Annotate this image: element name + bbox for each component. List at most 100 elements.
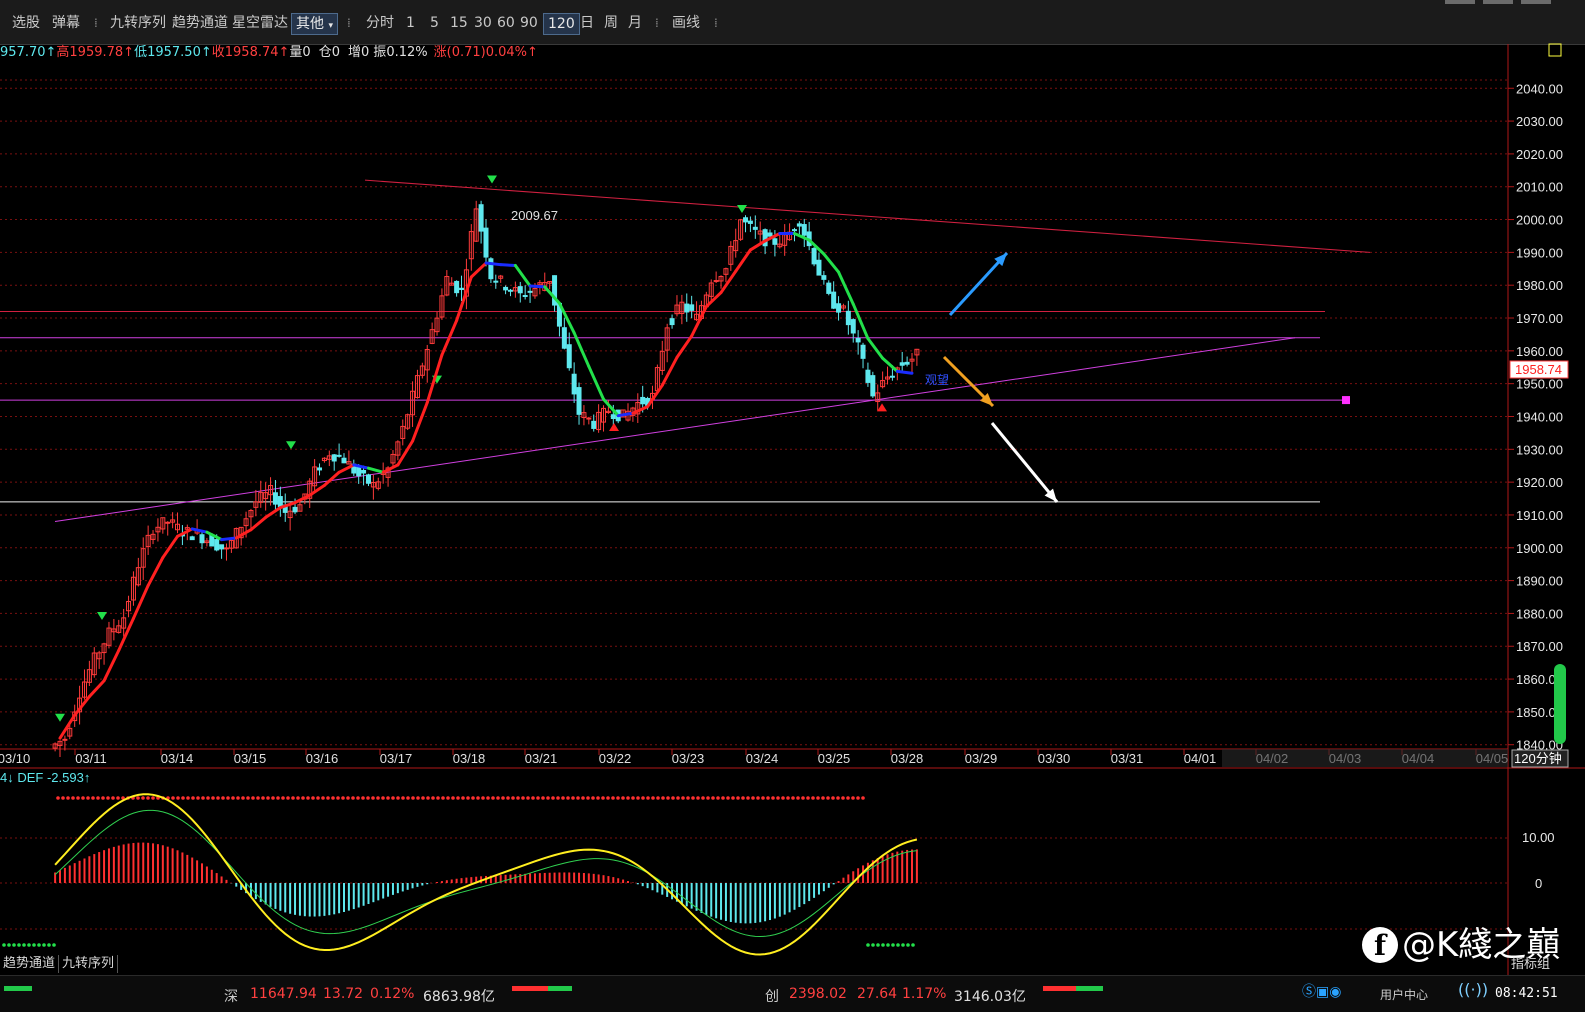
signal-dot bbox=[876, 943, 880, 947]
signal-dot bbox=[226, 796, 230, 800]
signal-dot bbox=[371, 796, 375, 800]
current-price-text: 1958.74 bbox=[1515, 362, 1562, 377]
expand-icon[interactable] bbox=[1548, 43, 1562, 57]
macd-label: 4↓ DEF -2.593↑ bbox=[0, 770, 90, 785]
sell-signal-icon bbox=[609, 423, 619, 432]
signal-dot bbox=[231, 796, 235, 800]
signal-dot bbox=[871, 943, 875, 947]
cy-index-change: 27.64 bbox=[857, 986, 898, 1002]
signal-dot bbox=[106, 796, 110, 800]
signal-dot bbox=[136, 796, 140, 800]
signal-dot bbox=[141, 796, 145, 800]
signal-dot bbox=[731, 796, 735, 800]
indicator-group-button[interactable]: 指标组 bbox=[1511, 953, 1550, 972]
signal-dot bbox=[7, 943, 11, 947]
buy-signal-icon bbox=[97, 611, 107, 620]
signal-dot bbox=[416, 796, 420, 800]
trend-segment bbox=[264, 506, 282, 519]
signal-dot bbox=[571, 796, 575, 800]
candle-body bbox=[189, 536, 195, 541]
trend-segment bbox=[87, 679, 106, 699]
trend-segment bbox=[587, 364, 606, 401]
signal-dot bbox=[351, 796, 355, 800]
service-icons[interactable]: Ⓢ▣◉ bbox=[1302, 981, 1341, 1001]
candle-body bbox=[791, 229, 797, 232]
candle-body bbox=[522, 295, 528, 298]
signal-dot bbox=[211, 796, 215, 800]
buy-signal-icon bbox=[487, 175, 497, 184]
signal-dot bbox=[466, 796, 470, 800]
signal-dot bbox=[841, 796, 845, 800]
signal-dot bbox=[176, 796, 180, 800]
cy-breadth-bar bbox=[1043, 986, 1103, 991]
signal-dot bbox=[32, 943, 36, 947]
scroll-handle[interactable] bbox=[1554, 664, 1566, 744]
y-tick-label: 2010.00 bbox=[1516, 180, 1563, 195]
signal-dot bbox=[251, 796, 255, 800]
signal-dot bbox=[401, 796, 405, 800]
dea-line bbox=[54, 809, 917, 938]
signal-dot bbox=[826, 796, 830, 800]
y-tick-label: 1930.00 bbox=[1516, 442, 1563, 457]
y-tick-label: 1880.00 bbox=[1516, 606, 1563, 621]
trend-line bbox=[58, 232, 914, 740]
signal-dot bbox=[256, 796, 260, 800]
candle-body bbox=[845, 310, 851, 326]
macd-panel bbox=[0, 793, 1508, 956]
signal-dot bbox=[246, 796, 250, 800]
candle-body bbox=[493, 280, 499, 283]
tab-jiuzhuan[interactable]: 九转序列 bbox=[59, 955, 119, 973]
sz-index-label: 深 bbox=[224, 989, 238, 1005]
signal-dot bbox=[816, 796, 820, 800]
candle-body bbox=[591, 420, 597, 429]
signal-dot bbox=[476, 796, 480, 800]
signal-dot bbox=[541, 796, 545, 800]
chart-grid bbox=[0, 44, 1585, 975]
y-tick-label: 1960.00 bbox=[1516, 344, 1563, 359]
trend-segment bbox=[881, 356, 899, 373]
signal-dot bbox=[336, 796, 340, 800]
signal-dot bbox=[17, 943, 21, 947]
signal-dot bbox=[666, 796, 670, 800]
candle-body bbox=[488, 258, 494, 280]
signal-dot bbox=[911, 943, 915, 947]
candle-body bbox=[767, 232, 773, 237]
tab-qushi[interactable]: 趋势通道 bbox=[0, 955, 60, 973]
peak-value-label: 2009.67 bbox=[511, 208, 558, 223]
buy-signal-icon bbox=[55, 713, 65, 722]
signal-dot bbox=[726, 796, 730, 800]
signal-dot bbox=[766, 796, 770, 800]
trend-segment bbox=[146, 556, 165, 588]
y-tick-label: 1870.00 bbox=[1516, 639, 1563, 654]
signal-dot bbox=[411, 796, 415, 800]
signal-dot bbox=[696, 796, 700, 800]
signal-dot bbox=[446, 796, 450, 800]
x-tick-label: 03/15 bbox=[234, 751, 267, 766]
candle-body bbox=[576, 387, 582, 415]
candle-body bbox=[610, 414, 616, 420]
price-axis: 2040.00 2030.00 2020.00 2010.00 2000.00 1990.… bbox=[1516, 81, 1563, 752]
trend-segment bbox=[513, 264, 532, 288]
signal-dot bbox=[76, 796, 80, 800]
signal-dot bbox=[406, 796, 410, 800]
signal-dot bbox=[86, 796, 90, 800]
candle-body bbox=[836, 303, 842, 313]
price-chart[interactable]: 2040.00 2030.00 2020.00 2010.00 2000.00 1990.… bbox=[0, 0, 1585, 975]
signal-dot bbox=[646, 796, 650, 800]
signal-dot bbox=[221, 796, 225, 800]
signal-dot bbox=[611, 796, 615, 800]
signal-dot bbox=[66, 796, 70, 800]
signal-dot bbox=[311, 796, 315, 800]
cy-index-label: 创 bbox=[765, 989, 779, 1005]
candle-body bbox=[503, 286, 509, 291]
x-tick-label: 03/17 bbox=[380, 751, 413, 766]
signal-dot bbox=[886, 943, 890, 947]
signal-dot bbox=[116, 796, 120, 800]
user-center-link[interactable]: 用户中心 bbox=[1380, 986, 1428, 1003]
signal-dot bbox=[296, 796, 300, 800]
signal-dot bbox=[626, 796, 630, 800]
candle-body bbox=[214, 539, 220, 551]
signal-dot bbox=[181, 796, 185, 800]
candle-body bbox=[478, 204, 484, 232]
signal-dot bbox=[836, 796, 840, 800]
